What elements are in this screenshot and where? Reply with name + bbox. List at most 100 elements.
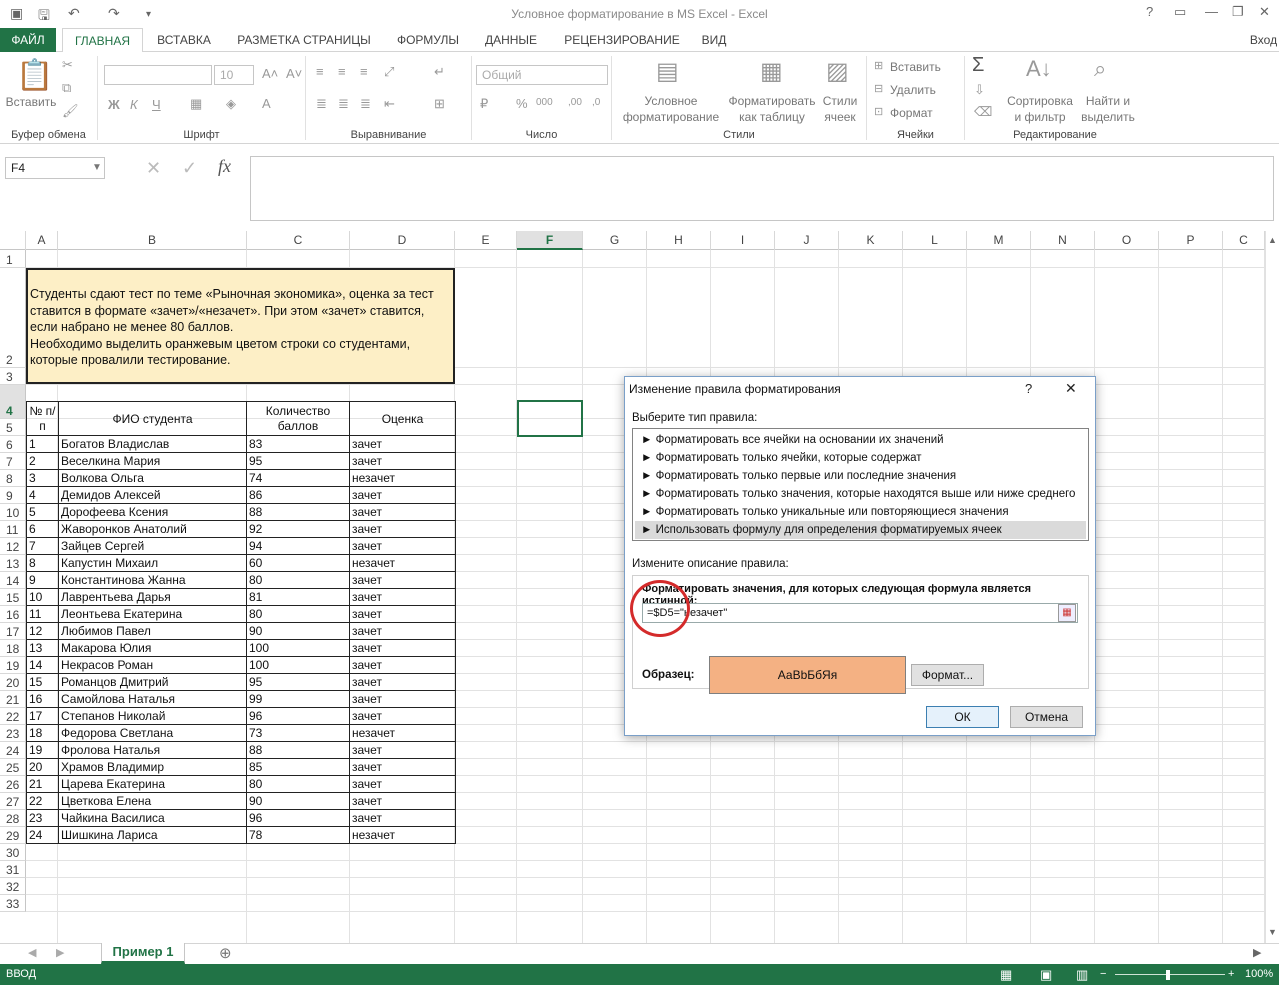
column-header-c[interactable]: C xyxy=(1223,231,1265,250)
column-header-a[interactable]: A xyxy=(26,231,58,250)
cell-grade[interactable]: зачет xyxy=(349,673,456,691)
cell-num[interactable]: 24 xyxy=(26,826,59,844)
indent-icon[interactable]: ⇤ xyxy=(384,96,395,112)
cell-score[interactable]: 99 xyxy=(246,690,350,708)
conditional-format-button[interactable]: Условное форматирование xyxy=(616,93,726,125)
currency-icon[interactable]: ₽ xyxy=(480,96,488,112)
cell-name[interactable]: Царева Екатерина xyxy=(58,775,247,793)
rule-type-item[interactable]: ► Форматировать все ячейки на основании … xyxy=(635,431,1086,449)
row-header-25[interactable]: 25 xyxy=(0,759,26,776)
rule-type-item[interactable]: ► Форматировать только уникальные или по… xyxy=(635,503,1086,521)
cell-grade[interactable]: зачет xyxy=(349,605,456,623)
formula-field[interactable]: =$D5="незачет" xyxy=(642,603,1078,623)
align-middle-icon[interactable]: ≡ xyxy=(338,64,346,79)
cell-score[interactable]: 80 xyxy=(246,605,350,623)
paste-button[interactable]: Вставить xyxy=(4,94,58,110)
underline-button[interactable]: Ч xyxy=(152,97,161,112)
cell-grade[interactable]: незачет xyxy=(349,554,456,572)
column-header-f[interactable]: F xyxy=(517,231,583,250)
cell-score[interactable]: 74 xyxy=(246,469,350,487)
row-header-26[interactable]: 26 xyxy=(0,776,26,793)
zoom-thumb[interactable] xyxy=(1166,970,1170,980)
hscroll-right-icon[interactable]: ▶ xyxy=(1253,946,1261,959)
cell-num[interactable]: 13 xyxy=(26,639,59,657)
percent-icon[interactable]: % xyxy=(516,96,528,111)
copy-icon[interactable]: ⧉ xyxy=(62,80,71,96)
row-header-3[interactable]: 3 xyxy=(0,368,26,385)
cell-name[interactable]: Дорофеева Ксения xyxy=(58,503,247,521)
row-header-19[interactable]: 19 xyxy=(0,657,26,674)
row-header-2[interactable]: 2 xyxy=(0,268,26,368)
cell-grade[interactable]: зачет xyxy=(349,571,456,589)
cell-grade[interactable]: зачет xyxy=(349,486,456,504)
cell-grade[interactable]: зачет xyxy=(349,503,456,521)
cell-name[interactable]: Веселкина Мария xyxy=(58,452,247,470)
align-right-icon[interactable]: ≣ xyxy=(360,96,371,112)
cell-name[interactable]: Демидов Алексей xyxy=(58,486,247,504)
autosum-icon[interactable]: Σ xyxy=(972,54,984,77)
tab-page-layout[interactable]: РАЗМЕТКА СТРАНИЦЫ xyxy=(228,28,380,52)
format-cells-button[interactable]: Формат xyxy=(890,105,946,121)
cell-score[interactable]: 90 xyxy=(246,792,350,810)
cell-score[interactable]: 92 xyxy=(246,520,350,538)
row-header-9[interactable]: 9 xyxy=(0,487,26,504)
cell-num[interactable]: 12 xyxy=(26,622,59,640)
close-window-icon[interactable]: ✕ xyxy=(1259,4,1270,20)
cell-score[interactable]: 80 xyxy=(246,775,350,793)
column-header-m[interactable]: M xyxy=(967,231,1031,250)
cell-score[interactable]: 88 xyxy=(246,503,350,521)
row-header-1[interactable]: 1 xyxy=(0,250,26,268)
row-header-30[interactable]: 30 xyxy=(0,844,26,861)
cell-num[interactable]: 23 xyxy=(26,809,59,827)
zoom-level[interactable]: 100% xyxy=(1245,964,1273,985)
cell-num[interactable]: 7 xyxy=(26,537,59,555)
cell-num[interactable]: 20 xyxy=(26,758,59,776)
row-header-8[interactable]: 8 xyxy=(0,470,26,487)
fill-color-icon[interactable]: ◈ xyxy=(226,96,236,112)
zoom-slider[interactable] xyxy=(1115,974,1225,975)
tab-home[interactable]: ГЛАВНАЯ xyxy=(62,28,143,53)
row-header-24[interactable]: 24 xyxy=(0,742,26,759)
signin-link[interactable]: Вход xyxy=(1248,28,1279,52)
cell-name[interactable]: Лаврентьева Дарья xyxy=(58,588,247,606)
normal-view-icon[interactable]: ▦ xyxy=(1000,964,1012,985)
column-header-o[interactable]: O xyxy=(1095,231,1159,250)
cell-grade[interactable]: зачет xyxy=(349,758,456,776)
column-header-n[interactable]: N xyxy=(1031,231,1095,250)
page-layout-view-icon[interactable]: ▣ xyxy=(1040,964,1052,985)
cell-score[interactable]: 95 xyxy=(246,673,350,691)
cell-num[interactable]: 22 xyxy=(26,792,59,810)
prev-sheet-icon[interactable]: ◀ xyxy=(28,946,36,959)
confirm-entry-icon[interactable]: ✓ xyxy=(182,158,197,179)
select-all-corner[interactable] xyxy=(0,231,26,250)
header-name[interactable]: ФИО студента xyxy=(58,401,247,436)
row-header-16[interactable]: 16 xyxy=(0,606,26,623)
cell-grade[interactable]: зачет xyxy=(349,520,456,538)
fill-icon[interactable]: ⇩ xyxy=(974,82,985,98)
cell-grade[interactable]: зачет xyxy=(349,707,456,725)
minimize-icon[interactable]: — xyxy=(1205,4,1218,19)
cell-name[interactable]: Зайцев Сергей xyxy=(58,537,247,555)
cancel-button[interactable]: Отмена xyxy=(1010,706,1083,728)
row-header-23[interactable]: 23 xyxy=(0,725,26,742)
dialog-close-button[interactable]: ✕ xyxy=(1065,380,1077,397)
cancel-entry-icon[interactable]: ✕ xyxy=(146,158,161,179)
row-header-17[interactable]: 17 xyxy=(0,623,26,640)
font-name-box[interactable] xyxy=(104,65,212,85)
cell-grade[interactable]: зачет xyxy=(349,741,456,759)
next-sheet-icon[interactable]: ▶ xyxy=(56,946,64,959)
grow-font-icon[interactable]: A˄ xyxy=(262,66,278,81)
increase-decimal-icon[interactable]: ,00 xyxy=(568,97,582,108)
cell-name[interactable]: Чайкина Василиса xyxy=(58,809,247,827)
active-cell-f4[interactable] xyxy=(517,400,583,437)
tab-review[interactable]: РЕЦЕНЗИРОВАНИЕ xyxy=(554,28,690,52)
column-header-c[interactable]: C xyxy=(247,231,350,250)
row-header-15[interactable]: 15 xyxy=(0,589,26,606)
column-header-i[interactable]: I xyxy=(711,231,775,250)
row-header-10[interactable]: 10 xyxy=(0,504,26,521)
find-select-button[interactable]: Найти и выделить xyxy=(1076,93,1140,125)
insert-function-icon[interactable]: fx xyxy=(218,156,231,177)
cell-grade[interactable]: зачет xyxy=(349,690,456,708)
cell-num[interactable]: 4 xyxy=(26,486,59,504)
cell-num[interactable]: 9 xyxy=(26,571,59,589)
